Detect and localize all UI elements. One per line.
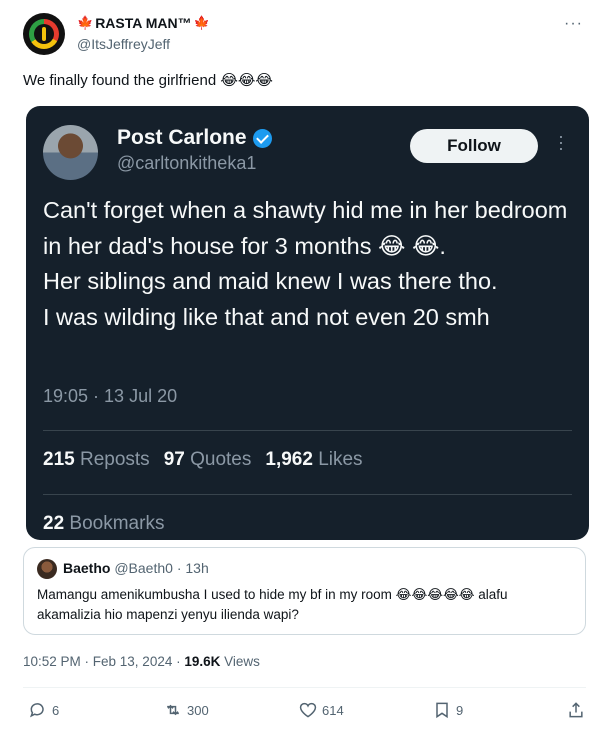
quote-text: Mamangu amenikumbusha I used to hide my … xyxy=(37,587,508,622)
reply-icon xyxy=(30,703,44,718)
quote-name: Baetho xyxy=(63,560,111,576)
quote-avatar xyxy=(37,559,57,579)
heart-icon xyxy=(299,702,317,718)
quote-handle: @Baeth0 xyxy=(114,560,173,576)
share-button[interactable] xyxy=(566,700,586,720)
author-avatar[interactable] xyxy=(23,13,65,55)
reply-button[interactable]: 6 xyxy=(28,700,59,720)
like-button[interactable]: 614 xyxy=(298,700,344,720)
embedded-avatar xyxy=(43,125,98,180)
repost-button[interactable]: 300 xyxy=(163,700,209,720)
repost-count: 300 xyxy=(187,702,209,718)
embedded-timestamp: 19:05 · 13 Jul 20 xyxy=(43,386,178,406)
embedded-tweet-image[interactable]: Post Carlone @carltonkitheka1 Follow · · ·… xyxy=(26,106,589,540)
tweet-meta: 10:52 PM · Feb 13, 2024 · 19.6K Views xyxy=(23,654,260,669)
views-count: 19.6K xyxy=(184,654,221,669)
embedded-more-icon: · · · xyxy=(558,126,564,158)
maple-leaf-icon: 🍁 xyxy=(193,15,210,31)
embedded-body: Can't forget when a shawty hid me in her… xyxy=(43,197,568,330)
bookmark-icon xyxy=(436,702,448,719)
repost-icon xyxy=(167,704,179,716)
tweet-emojis: 😂😂😂 xyxy=(220,71,273,89)
likes-stat: 1,962 Likes xyxy=(265,449,363,470)
verified-badge-icon xyxy=(252,128,272,148)
share-icon xyxy=(569,702,583,718)
embedded-stats: 215 Reposts 97 Quotes 1,962 Likes xyxy=(43,449,363,471)
actions-divider xyxy=(23,687,586,688)
quoted-tweet[interactable]: Baetho @Baeth0 · 13h Mamangu amenikumbus… xyxy=(23,547,586,635)
reply-count: 6 xyxy=(52,702,60,718)
avatar-inner xyxy=(34,24,54,44)
quote-header: Baetho @Baeth0 · 13h xyxy=(63,560,209,576)
maple-leaf-icon: 🍁 xyxy=(77,15,94,31)
quote-age: · 13h xyxy=(176,560,209,576)
embedded-name-row: Post Carlone xyxy=(117,126,272,150)
author-display-name[interactable]: RASTA MAN™ xyxy=(95,15,191,31)
bookmarks-stat: 22 Bookmarks xyxy=(43,513,165,534)
reposts-stat: 215 Reposts xyxy=(43,449,150,470)
tweet-text: We finally found the girlfriend 😂😂😂 xyxy=(23,71,273,89)
author-handle[interactable]: @ItsJeffreyJeff xyxy=(77,36,170,52)
views-label: Views xyxy=(224,654,260,669)
more-options-icon[interactable]: ··· xyxy=(564,15,583,33)
like-count: 614 xyxy=(322,702,344,718)
tweet-text-body: We finally found the girlfriend xyxy=(23,72,217,89)
author-name-row[interactable]: 🍁 RASTA MAN™ 🍁 xyxy=(77,15,210,31)
tweet-time[interactable]: 10:52 PM · Feb 13, 2024 · xyxy=(23,654,181,669)
tweet-header: 🍁 RASTA MAN™ 🍁 @ItsJeffreyJeff ··· xyxy=(23,13,583,57)
embedded-divider xyxy=(43,494,572,495)
embedded-divider xyxy=(43,430,572,431)
bookmark-button[interactable]: 9 xyxy=(432,700,463,720)
follow-button: Follow xyxy=(410,129,538,163)
action-bar: 6 300 614 9 xyxy=(0,700,597,724)
bookmark-count: 9 xyxy=(456,702,464,718)
quotes-stat: 97 Quotes xyxy=(163,449,252,470)
embedded-name: Post Carlone xyxy=(117,126,247,149)
embedded-handle: @carltonkitheka1 xyxy=(117,153,257,173)
